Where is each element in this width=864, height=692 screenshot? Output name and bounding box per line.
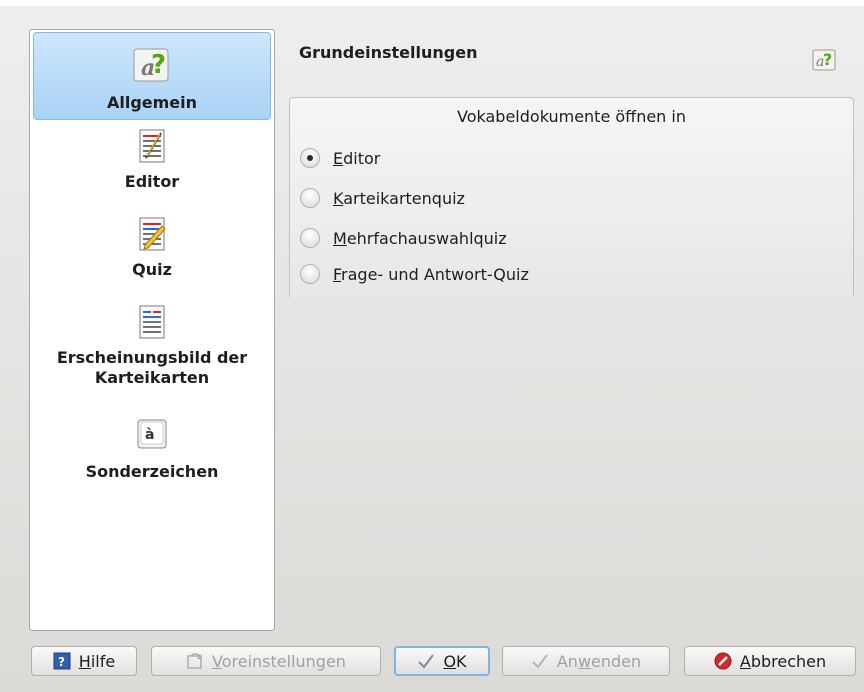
radio-button[interactable]	[300, 264, 320, 284]
radio-label: Karteikartenquiz	[333, 188, 465, 208]
svg-text:?: ?	[151, 50, 166, 80]
help-button[interactable]: ? Hilfe	[31, 646, 137, 676]
radio-label: Frage- und Antwort-Quiz	[333, 264, 529, 284]
restore-defaults-icon	[187, 653, 203, 669]
radio-frage-antwort-quiz[interactable]: Frage- und Antwort-Quiz	[300, 264, 529, 284]
radio-label: Mehrfachauswahlquiz	[333, 228, 507, 248]
cancel-button[interactable]: Abbrechen	[684, 646, 856, 676]
defaults-label: Voreinstellungen	[212, 651, 346, 671]
radio-label: Editor	[333, 148, 381, 168]
sidebar: a ? Allgemein Editor Quiz Erscheinungsbi…	[29, 29, 275, 631]
radio-karteikartenquiz[interactable]: Karteikartenquiz	[300, 188, 465, 208]
radio-button[interactable]	[300, 148, 320, 168]
sidebar-item-allgemein[interactable]: a ? Allgemein	[33, 32, 271, 120]
svg-text:?: ?	[58, 655, 65, 669]
editor-icon	[139, 129, 165, 163]
cancel-icon	[714, 652, 732, 670]
flashcard-appearance-icon	[139, 305, 165, 339]
sidebar-item-label: Allgemein	[106, 93, 198, 112]
sidebar-item-sonderzeichen[interactable]: à Sonderzeichen	[33, 416, 271, 496]
sidebar-item-label: Erscheinungsbild der Karteikarten	[56, 348, 248, 387]
sidebar-item-label: Quiz	[132, 260, 172, 279]
group-title: Vokabeldokumente öffnen in	[457, 107, 686, 126]
checkmark-icon	[532, 654, 548, 669]
checkmark-icon	[418, 654, 435, 669]
radio-button[interactable]	[300, 228, 320, 248]
apply-button[interactable]: Anwenden	[502, 646, 670, 676]
sidebar-item-erscheinungsbild[interactable]: Erscheinungsbild der Karteikarten	[33, 304, 271, 404]
radio-button[interactable]	[300, 188, 320, 208]
radio-editor[interactable]: Editor	[300, 148, 380, 168]
help-label: Hilfe	[78, 651, 116, 671]
defaults-button[interactable]: Voreinstellungen	[151, 646, 381, 676]
sidebar-item-label: Sonderzeichen	[85, 462, 219, 481]
cancel-label: Abbrechen	[739, 651, 827, 671]
svg-text:?: ?	[823, 50, 832, 69]
svg-text:à: à	[145, 427, 154, 443]
apply-label: Anwenden	[556, 651, 642, 671]
quiz-icon	[139, 217, 166, 251]
parley-icon: a ?	[812, 49, 836, 71]
sidebar-item-label: Editor	[124, 172, 180, 191]
sidebar-item-quiz[interactable]: Quiz	[33, 216, 271, 296]
open-documents-group: Vokabeldokumente öffnen in Editor Kartei…	[289, 97, 854, 297]
sidebar-item-editor[interactable]: Editor	[33, 128, 271, 208]
ok-label: OK	[443, 651, 467, 671]
special-characters-icon: à	[137, 419, 167, 449]
help-icon: ?	[53, 652, 71, 670]
page-title: Grundeinstellungen	[299, 43, 478, 62]
radio-mehrfachauswahlquiz[interactable]: Mehrfachauswahlquiz	[300, 228, 507, 248]
parley-icon: a ?	[133, 48, 169, 82]
ok-button[interactable]: OK	[394, 646, 490, 676]
